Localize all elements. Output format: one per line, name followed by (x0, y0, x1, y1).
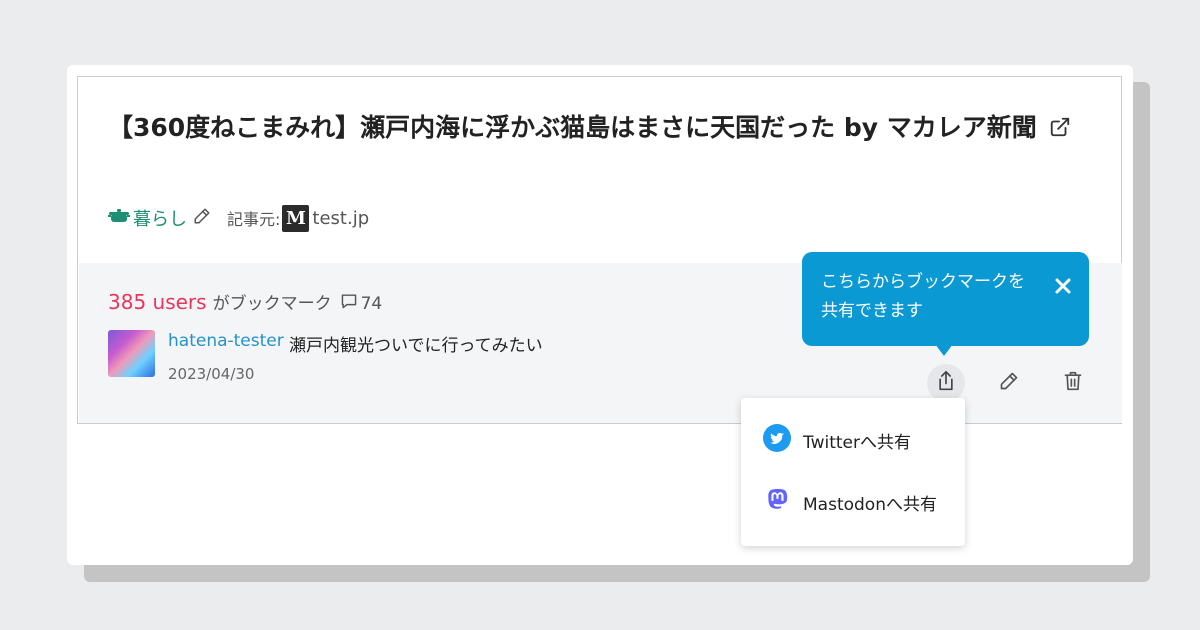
comment-count-value: 74 (360, 293, 383, 314)
comment-count[interactable]: 74 (340, 293, 383, 314)
users-line: 385 users がブックマーク 74 (108, 289, 382, 314)
username[interactable]: hatena-tester (168, 331, 284, 351)
source-domain[interactable]: test.jp (312, 208, 369, 229)
delete-button[interactable] (1054, 364, 1092, 402)
users-suffix: がブックマーク (212, 294, 332, 314)
category-link[interactable]: 暮らし (108, 205, 187, 231)
close-icon[interactable] (1053, 276, 1073, 296)
source-label: 記事元: (227, 210, 281, 229)
users-count[interactable]: 385 users (108, 290, 207, 314)
bookmark-date[interactable]: 2023/04/30 (168, 365, 254, 383)
pencil-icon[interactable] (193, 207, 211, 230)
twitter-icon (763, 423, 803, 457)
share-mastodon-label: Mastodonへ共有 (803, 494, 937, 515)
share-tooltip: こちらからブックマークを共有できます (802, 252, 1089, 346)
comment-icon (340, 293, 361, 314)
share-twitter-label: Twitterへ共有 (803, 432, 911, 453)
entry-title-text[interactable]: 【360度ねこまみれ】瀬戸内海に浮かぶ猫島はまさに天国だった by マカレア新聞 (108, 113, 1037, 142)
external-link-icon[interactable] (1049, 109, 1071, 151)
bookmark-comment: 瀬戸内観光ついでに行ってみたい (289, 336, 543, 356)
mastodon-icon (763, 486, 803, 519)
category-pot-icon (108, 207, 133, 230)
entry-title[interactable]: 【360度ねこまみれ】瀬戸内海に浮かぶ猫島はまさに天国だった by マカレア新聞 (108, 107, 1098, 151)
edit-icon (999, 371, 1019, 395)
entry-box: 【360度ねこまみれ】瀬戸内海に浮かぶ猫島はまさに天国だった by マカレア新聞… (77, 76, 1122, 424)
share-twitter-item[interactable]: Twitterへ共有 (741, 414, 965, 466)
category-label[interactable]: 暮らし (133, 205, 187, 231)
source-favicon: M (282, 204, 310, 232)
share-icon (936, 370, 956, 396)
edit-button[interactable] (990, 364, 1028, 402)
entry-meta: 暮らし 記事元: M test.jp (108, 204, 369, 232)
tooltip-text: こちらからブックマークを共有できます (821, 272, 1025, 321)
share-button[interactable] (927, 364, 965, 402)
share-menu: Twitterへ共有 Mastodonへ共有 (741, 398, 965, 546)
tooltip-arrow (935, 344, 953, 356)
trash-icon (1063, 370, 1083, 396)
share-mastodon-item[interactable]: Mastodonへ共有 (741, 476, 965, 528)
avatar[interactable] (108, 330, 155, 377)
